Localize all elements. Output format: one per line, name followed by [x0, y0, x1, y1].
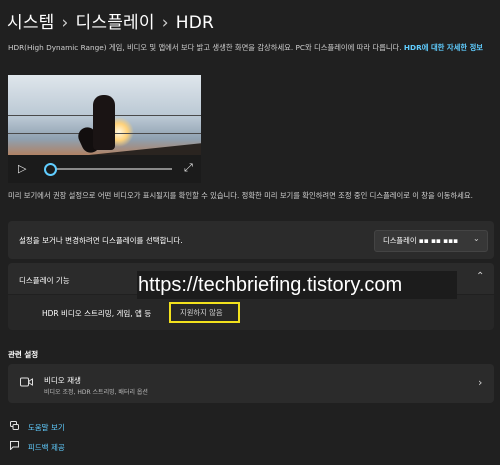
video-playback-row[interactable]: 비디오 재생 비디오 조정, HDR 스트리밍, 배터리 옵션 › [8, 364, 494, 403]
video-playback-subtitle: 비디오 조정, HDR 스트리밍, 배터리 옵션 [44, 389, 148, 396]
hdr-support-status-text: 지원하지 않음 [180, 308, 223, 317]
chevron-down-icon: ⌄ [473, 234, 480, 243]
preview-description: 미리 보기에서 권장 설정으로 어떤 비디오가 표시될지를 확인할 수 있습니다… [8, 191, 473, 200]
help-link-text[interactable]: 도움말 보기 [28, 423, 65, 432]
video-icon [20, 377, 33, 390]
feedback-link[interactable]: 피드백 제공 [10, 441, 65, 453]
display-capabilities-label: 디스플레이 기능 [19, 276, 70, 285]
breadcrumb-separator: › [61, 13, 69, 33]
help-link[interactable]: 도움말 보기 [10, 421, 65, 433]
display-dropdown-value: 디스플레이 ▪▪ ▪▪ ▪▪▪ [383, 236, 459, 245]
fullscreen-icon[interactable]: ⤢ [184, 161, 193, 175]
breadcrumb-separator: › [161, 13, 169, 33]
feedback-link-text[interactable]: 피드백 제공 [28, 443, 65, 452]
breadcrumb-display[interactable]: 디스플레이 [76, 13, 155, 33]
watermark: https://techbriefing.tistory.com [137, 271, 457, 299]
video-controls: ▷ ⤢ [8, 155, 201, 183]
display-select-label: 설정을 보거나 변경하려면 디스플레이를 선택합니다. [19, 236, 183, 245]
hdr-description-text: HDR(High Dynamic Range) 게임, 비디오 및 앱에서 보다… [8, 43, 404, 52]
help-icon [10, 421, 22, 433]
breadcrumb: 시스템 › 디스플레이 › HDR [7, 8, 214, 33]
hdr-info-link[interactable]: HDR에 대한 자세한 정보 [404, 43, 483, 52]
hdr-support-row: HDR 비디오 스트리밍, 게임, 앱 등 지원하지 않음 [8, 295, 494, 330]
watermark-text: https://techbriefing.tistory.com [138, 274, 403, 296]
page-title: HDR [175, 13, 215, 33]
hdr-support-status: 지원하지 않음 [169, 302, 240, 323]
feedback-icon [10, 441, 22, 453]
seek-bar[interactable] [47, 168, 172, 170]
chevron-right-icon: › [478, 376, 483, 389]
display-dropdown[interactable]: 디스플레이 ▪▪ ▪▪ ▪▪▪ ⌄ [374, 230, 488, 252]
play-icon[interactable]: ▷ [18, 162, 26, 175]
hdr-description: HDR(High Dynamic Range) 게임, 비디오 및 앱에서 보다… [8, 42, 496, 54]
display-select-row: 설정을 보거나 변경하려면 디스플레이를 선택합니다. 디스플레이 ▪▪ ▪▪ … [8, 221, 494, 259]
chevron-up-icon[interactable]: ⌃ [476, 271, 484, 282]
video-playback-title: 비디오 재생 [44, 376, 81, 385]
hdr-support-label: HDR 비디오 스트리밍, 게임, 앱 등 [42, 309, 152, 318]
related-settings-title: 관련 설정 [8, 350, 39, 359]
seek-thumb[interactable] [44, 163, 57, 176]
breadcrumb-system[interactable]: 시스템 [7, 13, 55, 33]
